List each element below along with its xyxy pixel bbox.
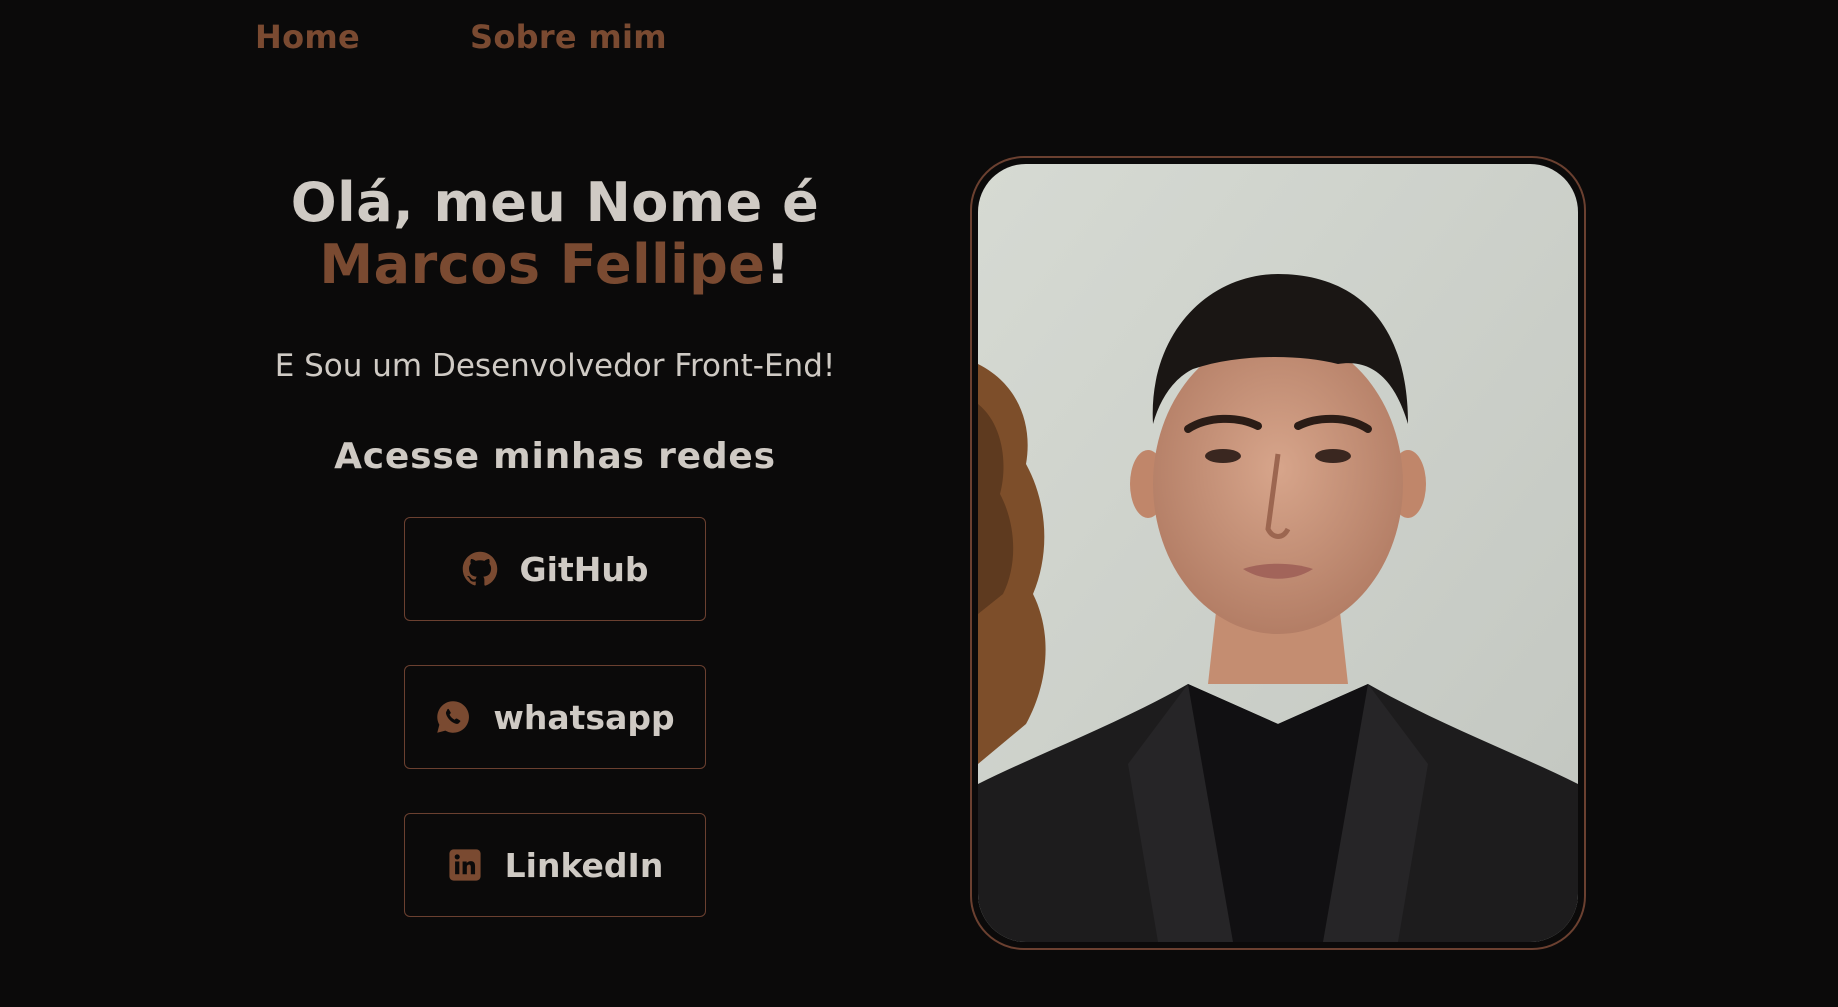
profile-photo-frame: [970, 156, 1586, 950]
whatsapp-icon: [435, 699, 471, 735]
linkedin-icon: [447, 847, 483, 883]
hero-name: Marcos Fellipe: [319, 233, 766, 296]
linkedin-label: LinkedIn: [504, 845, 664, 885]
nav-home-link[interactable]: Home: [255, 18, 360, 56]
greeting-text: Olá, meu Nome é: [290, 171, 820, 234]
top-nav: Home Sobre mim: [255, 18, 667, 56]
whatsapp-button[interactable]: whatsapp: [404, 665, 706, 769]
linkedin-button[interactable]: LinkedIn: [404, 813, 706, 917]
whatsapp-label: whatsapp: [493, 697, 675, 737]
github-button[interactable]: GitHub: [404, 517, 706, 621]
nav-about-link[interactable]: Sobre mim: [470, 18, 667, 56]
page: Home Sobre mim Olá, meu Nome é Marcos Fe…: [0, 0, 1838, 1007]
profile-photo: [978, 164, 1578, 942]
hero-exclamation: !: [765, 233, 791, 296]
hero-title: Olá, meu Nome é Marcos Fellipe!: [195, 172, 915, 296]
hero-subtitle: E Sou um Desenvolvedor Front-End!: [274, 348, 836, 384]
social-heading: Acesse minhas redes: [334, 436, 776, 477]
github-icon: [462, 551, 498, 587]
github-label: GitHub: [519, 549, 649, 589]
hero-section: Olá, meu Nome é Marcos Fellipe! E Sou um…: [195, 160, 915, 917]
social-links: GitHub whatsapp LinkedIn: [195, 517, 915, 917]
